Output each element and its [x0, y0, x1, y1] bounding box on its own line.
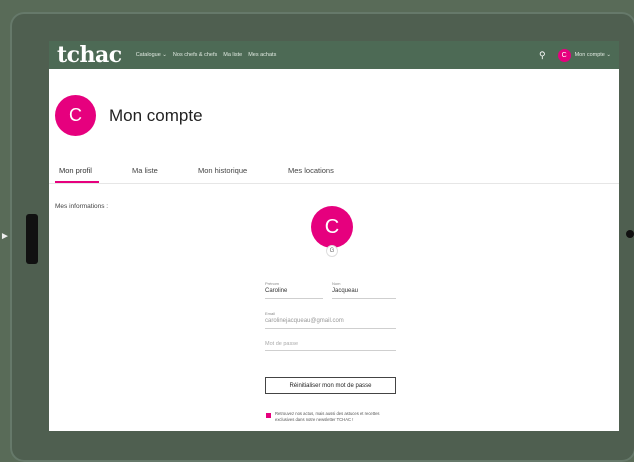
tab-mes-locations[interactable]: Mes locations: [288, 166, 334, 175]
first-name-value: Caroline: [265, 288, 288, 294]
search-icon[interactable]: ⚲: [539, 50, 546, 61]
account-avatar[interactable]: C: [557, 48, 571, 62]
page-header: C Mon compte: [55, 95, 203, 136]
last-name-value: Jacqueau: [332, 288, 359, 294]
active-tab-indicator: [55, 181, 99, 183]
nav-link-catalogue[interactable]: Catalogue ⌄: [136, 52, 167, 58]
google-icon: G: [326, 245, 338, 257]
nav-link-mes-achats[interactable]: Mes achats: [248, 52, 276, 58]
password-field[interactable]: Mot de passe: [265, 341, 396, 351]
nav-link-chefs[interactable]: Nos chefs & chefs: [173, 52, 217, 58]
account-tabs: Mon profil Ma liste Mon historique Mes l…: [49, 162, 619, 184]
tab-ma-liste[interactable]: Ma liste: [132, 166, 158, 175]
header-avatar: C: [55, 95, 96, 136]
newsletter-checkbox[interactable]: [266, 413, 271, 418]
email-value: carolinejacqueau@gmail.com: [265, 318, 344, 324]
profile-avatar[interactable]: C: [311, 206, 353, 248]
first-name-label: Prénom: [265, 281, 280, 286]
reset-password-button[interactable]: Réinitialiser mon mot de passe: [265, 377, 396, 394]
tab-mon-historique[interactable]: Mon historique: [198, 166, 247, 175]
arrow-right-icon: ►: [0, 231, 10, 242]
tablet-camera-dot: [626, 230, 634, 238]
last-name-field[interactable]: Nom Jacqueau: [332, 281, 396, 299]
top-navbar: tchac Catalogue ⌄ Nos chefs & chefs Ma l…: [49, 41, 619, 69]
brand-logo[interactable]: tchac: [57, 42, 122, 68]
email-field[interactable]: Email carolinejacqueau@gmail.com: [265, 311, 396, 329]
last-name-label: Nom: [332, 281, 341, 286]
app-screen: tchac Catalogue ⌄ Nos chefs & chefs Ma l…: [49, 41, 619, 431]
nav-link-ma-liste[interactable]: Ma liste: [223, 52, 242, 58]
tablet-side-button: [26, 214, 38, 264]
password-placeholder: Mot de passe: [265, 341, 299, 347]
page-title: Mon compte: [109, 105, 203, 125]
newsletter-text: Retrouvez nos actus, mais aussi des astu…: [275, 411, 380, 422]
account-menu[interactable]: Mon compte ⌄: [575, 52, 611, 58]
first-name-field[interactable]: Prénom Caroline: [265, 281, 323, 299]
section-label: Mes informations :: [55, 203, 109, 210]
email-label: Email: [265, 311, 276, 316]
tab-mon-profil[interactable]: Mon profil: [59, 166, 92, 175]
